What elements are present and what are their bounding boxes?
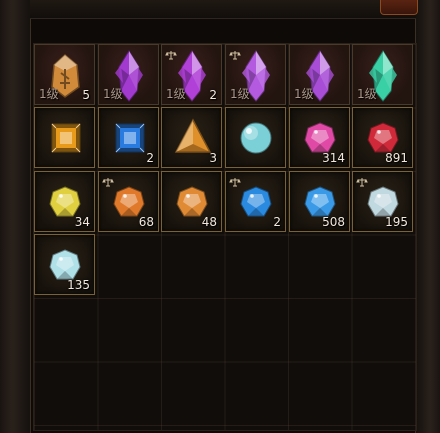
item-level-label: 1级 [357, 87, 377, 101]
cyan-orb-icon [240, 122, 272, 154]
inventory-slot-pink-gem[interactable]: 314 [289, 107, 350, 168]
scale-lock-icon [229, 172, 241, 187]
item-count: 34 [74, 215, 90, 229]
item-count: 48 [201, 215, 217, 229]
topaz-square-gem-icon [51, 123, 81, 153]
inventory-slot-violet-crystal-shard-2[interactable]: 1级 [289, 44, 350, 105]
inventory-slot-blue-gem[interactable]: 2 [225, 171, 286, 232]
item-count: 5 [82, 88, 90, 102]
inventory-slot-violet-crystal-cluster[interactable]: 1级 2 [161, 44, 222, 105]
inventory-slot-amber-triangle-gem[interactable]: 3 [161, 107, 222, 168]
item-count: 135 [67, 278, 90, 292]
item-count: 2 [209, 88, 217, 102]
inventory-slot-violet-crystal-shard[interactable]: 1级 [225, 44, 286, 105]
item-count: 314 [322, 151, 345, 165]
inventory-slot-white-gem[interactable]: 195 [352, 171, 413, 232]
inventory-slot-blue-gem-2[interactable]: 508 [289, 171, 350, 232]
inventory-slot-cyan-orb[interactable] [225, 107, 286, 168]
item-count: 3 [209, 151, 217, 165]
item-level-label: 1级 [166, 87, 186, 101]
item-count: 2 [273, 215, 281, 229]
item-level-label: 1级 [230, 87, 250, 101]
frame-left-border [0, 0, 31, 433]
inventory-slot-teal-crystal[interactable]: 1级 [352, 44, 413, 105]
inventory-slot-orange-gem[interactable]: 68 [98, 171, 159, 232]
inventory-slot-amber-rune[interactable]: 1级 5 [34, 44, 95, 105]
frame-right-border [415, 0, 440, 433]
item-count: 195 [385, 215, 408, 229]
scale-lock-icon [102, 172, 114, 187]
item-level-label: 1级 [294, 87, 314, 101]
inventory-slot-orange-gem-2[interactable]: 48 [161, 171, 222, 232]
item-count: 2 [146, 151, 154, 165]
frame-top-border [30, 0, 416, 19]
scale-lock-icon [356, 172, 368, 187]
scale-lock-icon [165, 45, 177, 60]
inventory-slot-aqua-gem[interactable]: 135 [34, 234, 95, 295]
scale-lock-icon [229, 45, 241, 60]
inventory-slot-violet-crystal[interactable]: 1级 [98, 44, 159, 105]
inventory-slot-yellow-gem[interactable]: 34 [34, 171, 95, 232]
inventory-slot-sapphire-square-gem[interactable]: 2 [98, 107, 159, 168]
item-count: 508 [322, 215, 345, 229]
item-count: 891 [385, 151, 408, 165]
close-tab-button[interactable] [380, 0, 418, 15]
inventory-slot-ruby-gem[interactable]: 891 [352, 107, 413, 168]
item-level-label: 1级 [39, 87, 59, 101]
inventory-slot-topaz-square-gem[interactable] [34, 107, 95, 168]
item-count: 68 [138, 215, 154, 229]
item-level-label: 1级 [103, 87, 123, 101]
